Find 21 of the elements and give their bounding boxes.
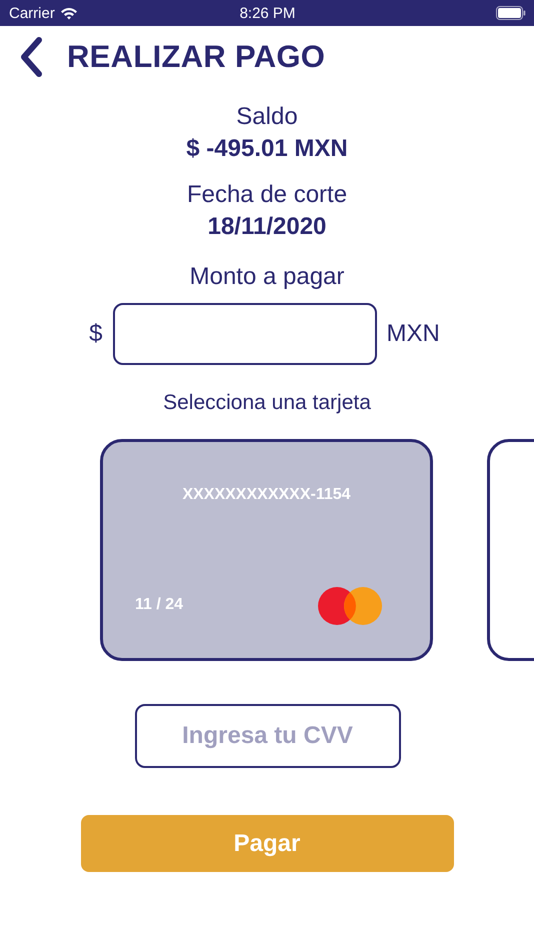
info-label: Saldo [236,102,298,132]
amount-input[interactable] [112,303,376,365]
carrier-label: Carrier [9,4,55,22]
page-title: REALIZAR PAGO [67,39,326,75]
info-label: Fecha de corte [186,180,348,210]
clock-time: 8:26 PM [240,4,296,22]
card-number: XXXXXXXXXXXX-1154 [181,486,352,504]
pay-button[interactable]: Pagar [80,815,454,872]
currency-symbol: $ [89,320,102,348]
info-value: $ -495.01 MXN [186,134,348,164]
back-button[interactable] [19,36,43,78]
battery-icon [496,6,526,20]
currency-code: MXN [386,320,440,348]
amount-label: Monto a pagar [190,262,344,292]
card-expiry: 11 / 24 [135,596,184,614]
info-value: 18/11/2020 [208,212,326,242]
card-brand-icon [318,587,382,625]
payment-card[interactable]: XXXXXXXXXXXX-1154 11 / 24 [100,439,433,661]
wifi-icon [60,6,78,20]
cards-label: Selecciona una tarjeta [163,390,371,416]
cvv-input[interactable]: Ingresa tu CVV [134,704,400,768]
